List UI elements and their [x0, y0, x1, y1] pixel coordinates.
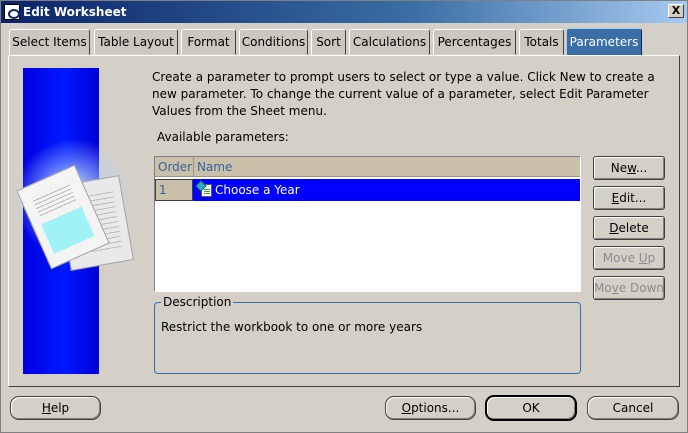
app-icon: [4, 4, 20, 20]
column-header-name[interactable]: Name: [194, 157, 580, 177]
parameter-name[interactable]: Choose a Year: [215, 179, 300, 201]
tab-totals[interactable]: Totals: [519, 29, 564, 55]
window-title: Edit Worksheet: [23, 5, 127, 19]
help-button[interactable]: Help: [10, 396, 101, 420]
delete-button[interactable]: Delete: [593, 216, 665, 240]
tab-calculations[interactable]: Calculations: [349, 29, 430, 55]
instructions-text: Create a parameter to prompt users to se…: [152, 70, 655, 118]
cancel-button[interactable]: Cancel: [587, 396, 679, 420]
edit-button[interactable]: Edit...: [593, 186, 665, 210]
tab-select-items[interactable]: Select Items: [9, 29, 90, 55]
column-header-order[interactable]: Order: [155, 157, 194, 177]
edit-worksheet-dialog: Edit Worksheet X Select Items Table Layo…: [0, 0, 688, 433]
tab-format[interactable]: Format: [181, 29, 236, 55]
parameters-panel: Create a parameter to prompt users to se…: [8, 55, 680, 387]
description-legend: Description: [161, 295, 234, 309]
tab-percentages[interactable]: Percentages: [433, 29, 516, 55]
tab-table-layout[interactable]: Table Layout: [94, 29, 178, 55]
tab-sort[interactable]: Sort: [311, 29, 346, 55]
move-up-button[interactable]: Move Up: [593, 246, 665, 270]
tab-conditions[interactable]: Conditions: [239, 29, 308, 55]
table-row[interactable]: 1 Choose a Year: [155, 179, 580, 201]
grid-header: Order Name: [155, 157, 580, 177]
close-button[interactable]: X: [668, 4, 684, 18]
ok-button[interactable]: OK: [485, 395, 577, 421]
parameter-icon: [195, 180, 213, 197]
available-parameters-label: Available parameters:: [157, 130, 289, 144]
move-down-button[interactable]: Move Down: [593, 276, 665, 300]
description-text: Restrict the workbook to one or more yea…: [161, 320, 423, 334]
tab-parameters[interactable]: Parameters: [566, 28, 642, 56]
options-button[interactable]: Options...: [385, 396, 476, 420]
order-cell[interactable]: 1: [155, 179, 193, 201]
parameters-grid[interactable]: Order Name 1 Choose a Year: [154, 156, 581, 292]
title-bar: Edit Worksheet X: [1, 1, 687, 23]
description-group: Description Restrict the workbook to one…: [154, 295, 581, 374]
new-button[interactable]: New...: [593, 156, 665, 180]
parameters-illustration: [13, 68, 134, 374]
